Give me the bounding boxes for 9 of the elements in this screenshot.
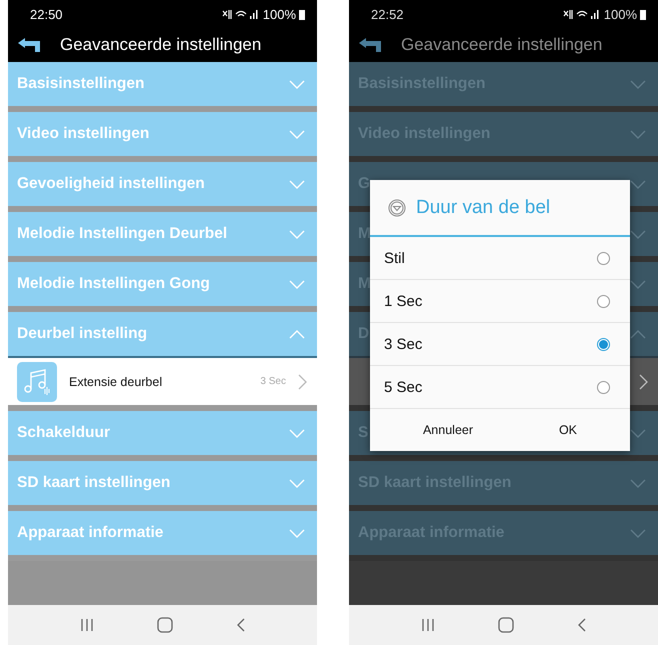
row-value: 3 Sec — [260, 376, 286, 387]
screen-title: Geavanceerde instellingen — [60, 35, 262, 55]
status-time: 22:50 — [30, 6, 63, 22]
dialog-title: Duur van de bel — [416, 196, 550, 218]
screen-title: Geavanceerde instellingen — [401, 35, 602, 55]
status-time: 22:52 — [371, 6, 404, 22]
battery-level: 100% — [604, 6, 637, 22]
row-label: Extensie deurbel — [69, 374, 164, 388]
battery-level: 100% — [262, 6, 296, 22]
